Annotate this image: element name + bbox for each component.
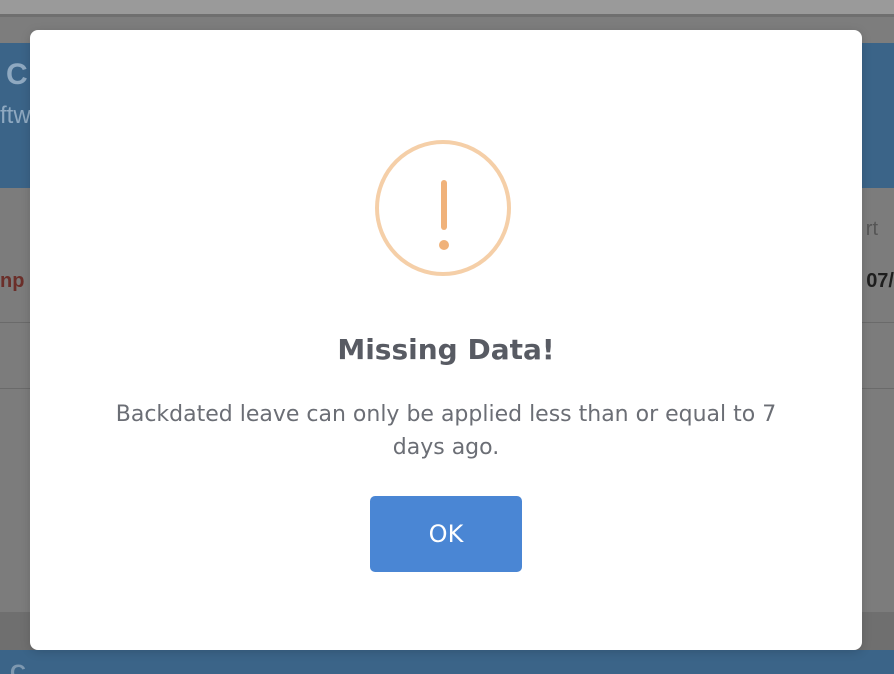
exclamation-dot xyxy=(439,240,449,250)
background-bottom-text: C xyxy=(10,660,26,674)
alert-dialog: Missing Data! Backdated leave can only b… xyxy=(30,30,862,650)
ok-button[interactable]: OK xyxy=(370,496,522,572)
background-right-label: rt xyxy=(865,218,878,240)
dialog-message: Backdated leave can only be applied less… xyxy=(115,402,777,460)
exclamation-bar xyxy=(441,180,447,230)
dialog-title: Missing Data! xyxy=(337,333,555,366)
background-red-text: np xyxy=(0,270,25,292)
background-top-bar xyxy=(0,0,894,14)
background-header-title: C xyxy=(6,58,29,91)
warning-exclamation-icon xyxy=(375,140,511,276)
background-header-subtitle: ftw xyxy=(0,102,31,129)
background-bottom-bar xyxy=(0,650,894,674)
page: C ftw np rt 07/ C Missing Data! Backdate… xyxy=(0,0,894,674)
background-right-date: 07/ xyxy=(866,270,894,292)
